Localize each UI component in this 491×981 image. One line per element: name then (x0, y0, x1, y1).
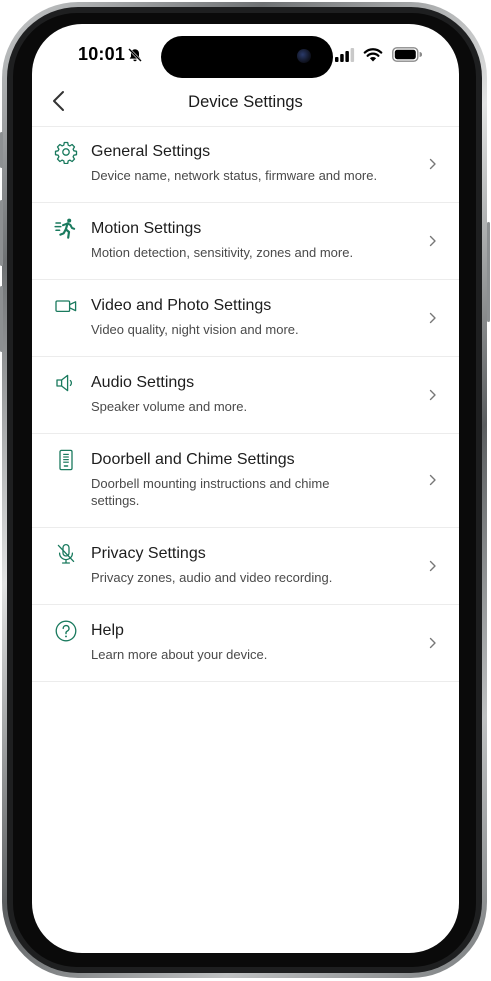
chevron-right-icon (429, 637, 436, 649)
speaker-icon (56, 374, 73, 392)
front-camera (297, 49, 311, 63)
row-subtitle: Motion detection, sensitivity, zones and… (91, 245, 354, 260)
running-person-icon (54, 218, 76, 239)
row-title: Privacy Settings (91, 545, 206, 562)
wifi-icon (363, 48, 383, 62)
chevron-right-icon (429, 389, 436, 401)
row-subtitle: Device name, network status, firmware an… (91, 168, 378, 183)
dynamic-island (161, 36, 333, 78)
page-title: Device Settings (188, 93, 303, 111)
action-button (0, 132, 3, 168)
settings-list: General Settings Device name, network st… (32, 126, 459, 682)
row-title: Help (91, 622, 124, 639)
chevron-right-icon (429, 235, 436, 247)
row-subtitle: Learn more about your device. (91, 647, 268, 662)
help-icon (55, 620, 77, 642)
motion-settings-row[interactable]: Motion Settings Motion detection, sensit… (32, 203, 459, 280)
chevron-right-icon (429, 560, 436, 572)
phone-screen: 10:01 Device Settings General Settings D… (32, 24, 459, 953)
cellular-signal-icon (335, 48, 355, 62)
video-photo-settings-row[interactable]: Video and Photo Settings Video quality, … (32, 280, 459, 357)
volume-down-button (0, 286, 3, 352)
chevron-right-icon (429, 312, 436, 324)
power-button (487, 222, 490, 322)
row-title: Doorbell and Chime Settings (91, 451, 295, 468)
general-settings-row[interactable]: General Settings Device name, network st… (32, 126, 459, 203)
status-time: 10:01 (78, 44, 126, 64)
row-subtitle: Privacy zones, audio and video recording… (91, 570, 333, 585)
row-subtitle: Doorbell mounting instructions and chime… (91, 476, 330, 508)
doorbell-chime-settings-row[interactable]: Doorbell and Chime Settings Doorbell mou… (32, 434, 459, 528)
row-title: Audio Settings (91, 374, 195, 391)
microphone-off-icon (57, 543, 75, 564)
doorbell-icon (59, 449, 73, 471)
row-subtitle: Video quality, night vision and more. (91, 322, 299, 337)
gear-icon (54, 141, 78, 164)
chevron-right-icon (429, 474, 436, 486)
help-row[interactable]: Help Learn more about your device. (32, 605, 459, 682)
privacy-settings-row[interactable]: Privacy Settings Privacy zones, audio an… (32, 528, 459, 605)
nav-header: Device Settings (32, 80, 459, 127)
row-title: Video and Photo Settings (91, 297, 272, 314)
chevron-right-icon (429, 158, 436, 170)
video-camera-icon (55, 300, 77, 313)
bell-muted-icon (128, 48, 142, 62)
row-subtitle: Speaker volume and more. (91, 399, 248, 414)
volume-up-button (0, 200, 3, 266)
battery-icon (392, 47, 422, 62)
audio-settings-row[interactable]: Audio Settings Speaker volume and more. (32, 357, 459, 434)
row-title: Motion Settings (91, 220, 202, 237)
row-title: General Settings (91, 143, 211, 160)
phone-mockup: 10:01 Device Settings General Settings D… (0, 0, 491, 981)
